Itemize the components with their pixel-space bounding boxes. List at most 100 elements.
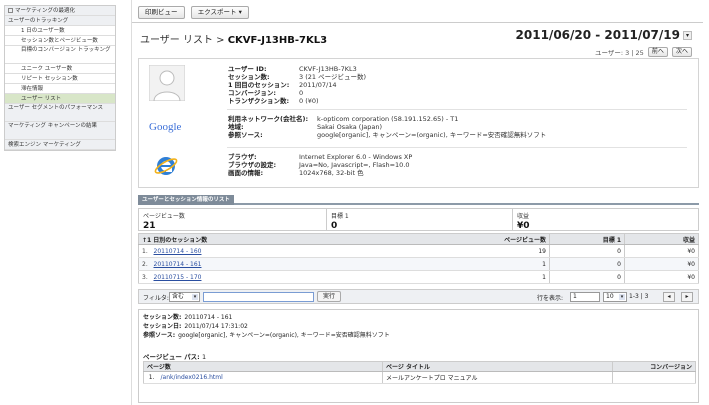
table-header-row: ↑1 日別のセッション数 ページビュー数 目標 1 収益: [138, 233, 699, 245]
session-link[interactable]: 20110715 - 170: [150, 270, 470, 284]
field-label: 1 回目のセッション:: [228, 81, 290, 89]
apply-filter-button[interactable]: 実行: [317, 291, 342, 302]
chevron-down-icon[interactable]: ▾: [683, 31, 692, 40]
logo-text: Google: [149, 121, 182, 133]
col-header-pages: ページ数: [143, 361, 383, 372]
table-row[interactable]: 3. 20110715 - 170 1 0 ¥0: [138, 270, 699, 284]
field-value: Sakai Osaka (Japan): [317, 123, 382, 131]
sidebar-item-campaign-results[interactable]: マーケティング キャンペーンの結果: [5, 122, 115, 140]
detail-value: 20110714 - 161: [184, 314, 233, 321]
user-profile-panel: ユーザー ID: セッション数: 1 回目のセッション: コンバージョン: トラ…: [138, 58, 699, 188]
detail-value: google[organic], キャンペーン=(organic), キーワード…: [178, 332, 390, 339]
export-button[interactable]: エクスポート ▾: [190, 6, 249, 19]
user-pager: ユーザー: 3 | 25 前へ 次へ: [595, 47, 692, 57]
sidebar-item-user-list[interactable]: ユーザー リスト: [5, 94, 115, 104]
row-index: 2.: [138, 257, 151, 271]
field-value: Java=No, Javascript=, Flash=10.0: [299, 161, 410, 169]
user-section: ユーザー ID: セッション数: 1 回目のセッション: コンバージョン: トラ…: [139, 63, 698, 107]
table-row[interactable]: 2. 20110714 - 161 1 0 ¥0: [138, 257, 699, 271]
session-link[interactable]: 20110714 - 161: [150, 257, 470, 271]
start-row-input[interactable]: 1: [570, 292, 600, 302]
table-row[interactable]: 1. 20110714 - 160 19 0 ¥0: [138, 244, 699, 258]
range-text: 1-3 | 3: [629, 293, 649, 300]
sidebar-item-search-marketing[interactable]: 検索エンジン マーケティング: [5, 140, 115, 150]
pageview-path-table: ページ数 ページ タイトル コンバージョン 1. /ank/index0216.…: [143, 361, 696, 384]
sidebar-item-stay-info[interactable]: 滞在情報: [5, 84, 115, 94]
filter-mode-select[interactable]: 含む ▾: [169, 292, 200, 302]
field-label: コンバージョン:: [228, 89, 276, 97]
cell-goal: 0: [549, 244, 625, 258]
col-header-pageviews[interactable]: ページビュー数: [469, 233, 550, 245]
field-value: google[organic], キャンペーン=(organic), キーワード…: [317, 131, 547, 139]
toolbar: 印刷ビュー エクスポート ▾: [138, 6, 253, 20]
date-range-text: 2011/06/20 - 2011/07/19: [515, 28, 680, 42]
col-header-label: 1 日別のセッション数: [147, 236, 208, 244]
pv-path-label: ページビュー パス:: [143, 353, 200, 361]
row-index: 3.: [138, 270, 151, 284]
metric-label: 目標 1: [331, 213, 349, 220]
pv-path-count: 1: [202, 353, 207, 361]
cell-revenue: ¥0: [624, 244, 699, 258]
network-labels: 利用ネットワーク(会社名): 地域: 参照ソース:: [228, 115, 308, 139]
cell-pageviews: 1: [469, 257, 550, 271]
collapse-box-icon[interactable]: [8, 8, 13, 13]
browser-values: Internet Explorer 6.0 - Windows XP Java=…: [299, 153, 412, 177]
pageview-path-title: ページビュー パス: 1: [143, 351, 206, 361]
sidebar-item-daily-users[interactable]: 1 日のユーザー数: [5, 26, 115, 36]
user-values: CKVF-J13HB-7KL3 3 (21 ページビュー数) 2011/07/1…: [299, 65, 366, 105]
conversion-cell: [612, 371, 696, 384]
sidebar-item-unique-users[interactable]: ユニーク ユーザー数: [5, 64, 115, 74]
sidebar-item-repeat-sessions[interactable]: リピート セッション数: [5, 74, 115, 84]
next-button[interactable]: 次へ: [671, 47, 692, 57]
field-label: 地域:: [228, 123, 244, 131]
prev-button[interactable]: 前へ: [647, 47, 668, 57]
rows-per-page-select[interactable]: 10 ▾: [603, 292, 627, 302]
filter-input[interactable]: [203, 292, 314, 302]
col-header-revenue[interactable]: 収益: [624, 233, 699, 245]
metric-value: 0: [331, 221, 338, 231]
field-label: 利用ネットワーク(会社名):: [228, 115, 309, 123]
date-range-selector[interactable]: 2011/06/20 - 2011/07/19 ▾: [516, 28, 692, 42]
user-id-title: CKVF-J13HB-7KL3: [227, 35, 328, 46]
metric-revenue: 収益 ¥0: [513, 209, 698, 231]
prev-page-button[interactable]: ◂: [663, 292, 675, 302]
sidebar-item-marketing-optimization[interactable]: マーケティングの最適化: [5, 6, 115, 16]
metric-value: 21: [143, 221, 156, 231]
toolbar-divider: [132, 22, 703, 23]
sidebar-item-user-tracking[interactable]: ユーザーのトラッキング: [5, 16, 115, 26]
detail-label: セッション日:: [143, 323, 182, 330]
detail-label: セッション数:: [143, 314, 182, 321]
metric-label: ページビュー数: [143, 213, 185, 220]
field-label: ブラウザの設定:: [228, 161, 277, 169]
col-header-goal[interactable]: 目標 1: [549, 233, 625, 245]
sidebar-item-sessions-pageviews[interactable]: セッション数とページビュー数: [5, 36, 115, 46]
row-index: 1.: [143, 371, 158, 384]
internet-explorer-icon: [154, 157, 178, 175]
field-value: 1024x768, 32-bit 色: [299, 169, 364, 177]
metric-pageviews: ページビュー数 21: [139, 209, 327, 231]
tab-user-session-list[interactable]: ユーザーとセッション情報のリスト: [138, 195, 234, 205]
page-path[interactable]: /ank/index0216.html: [157, 371, 383, 384]
next-page-button[interactable]: ▸: [681, 292, 693, 302]
browser-labels: ブラウザ: ブラウザの設定: 画面の情報:: [228, 153, 276, 177]
field-label: セッション数:: [228, 73, 270, 81]
metric-goal: 目標 1 0: [327, 209, 513, 231]
sidebar-nav: マーケティングの最適化 ユーザーのトラッキング 1 日のユーザー数 セッション数…: [4, 5, 116, 151]
network-section: Google 利用ネットワーク(会社名): 地域: 参照ソース: k-optic…: [139, 113, 698, 145]
page-title-cell: メールアンケートプロ マニュアル: [382, 371, 613, 384]
metric-value: ¥0: [517, 221, 530, 231]
detail-line: 参照ソース: google[organic], キャンペーン=(organic),…: [143, 331, 390, 340]
chevron-down-icon: ▾: [192, 294, 198, 300]
col-header-daily-sessions[interactable]: ↑1 日別のセッション数: [138, 233, 470, 245]
sidebar-item-label: マーケティングの最適化: [15, 8, 76, 14]
section-tab-bar: ユーザーとセッション情報のリスト: [138, 195, 699, 205]
browser-section: ブラウザ: ブラウザの設定: 画面の情報: Internet Explorer …: [139, 151, 698, 185]
print-view-button[interactable]: 印刷ビュー: [138, 6, 185, 19]
breadcrumb: ユーザー リスト >: [140, 35, 228, 46]
session-link[interactable]: 20110714 - 160: [150, 244, 470, 258]
cell-goal: 0: [549, 270, 625, 284]
sidebar-item-segment-performance[interactable]: ユーザー セグメントのパフォーマンス: [5, 104, 115, 122]
sidebar-item-goal-conversion[interactable]: 目標のコンバージョン トラッキング: [5, 46, 115, 64]
field-label: トランザクション数:: [228, 97, 290, 105]
metric-label: 収益: [517, 213, 530, 220]
